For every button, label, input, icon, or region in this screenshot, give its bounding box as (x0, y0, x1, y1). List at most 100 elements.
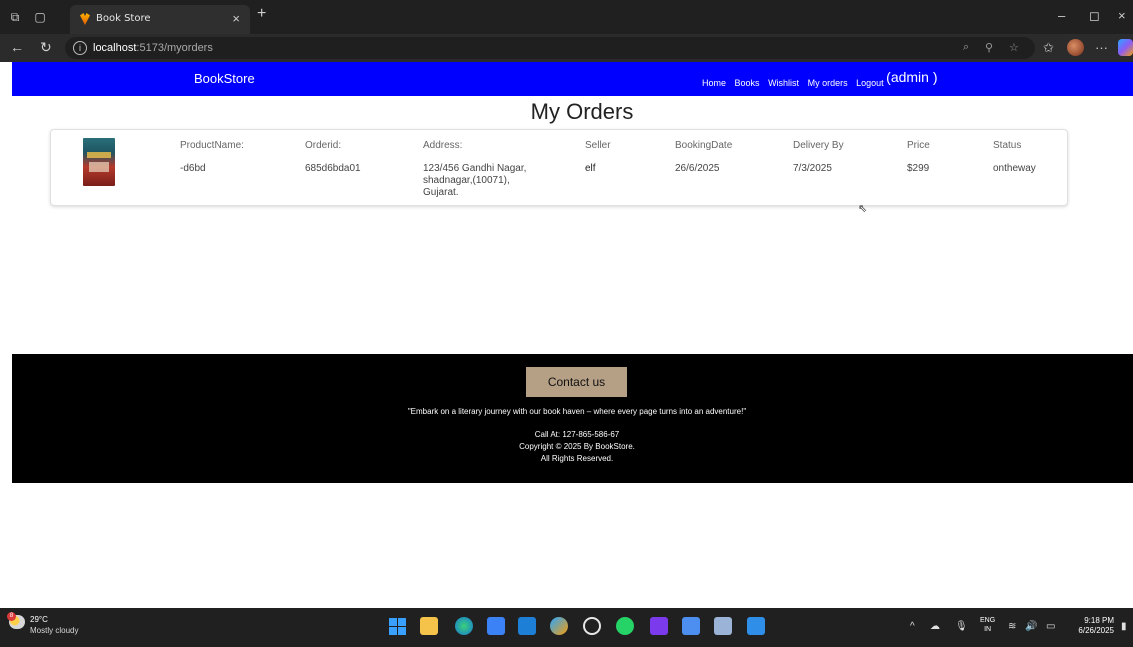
windows-taskbar: 8 29°C Mostly cloudy ^ ☁ 🎙 ENG IN ≋ 🔊 ▭ … (0, 608, 1133, 647)
order-card: ProductName: -d6bd Orderid: 685d6bda01 A… (50, 129, 1068, 206)
browser-tab[interactable]: Book Store × (70, 5, 250, 34)
windows-start-icon[interactable] (389, 618, 406, 635)
store-icon[interactable] (487, 617, 505, 635)
lang-region: IN (984, 626, 992, 633)
edge-icon[interactable] (455, 617, 473, 635)
minimize-button[interactable]: – (1058, 8, 1065, 23)
notification-icon[interactable]: ▮ (1121, 621, 1127, 632)
refresh-icon[interactable]: ↻ (40, 39, 52, 56)
favorite-star-icon[interactable]: ☆ (1009, 41, 1019, 54)
footer-quote: "Embark on a literary journey with our b… (407, 407, 747, 416)
page-title: My Orders (530, 99, 634, 124)
site-footer: Contact us "Embark on a literary journey… (12, 354, 1133, 483)
outlook-icon[interactable] (518, 617, 536, 635)
booking-value: 26/6/2025 (675, 163, 720, 174)
delivery-value: 7/3/2025 (793, 163, 832, 174)
profile-icon[interactable] (1067, 39, 1084, 56)
wifi-icon[interactable]: ≋ (1008, 621, 1016, 632)
order-booking-column: BookingDate 26/6/2025 (675, 140, 732, 175)
notepad-icon[interactable] (682, 617, 700, 635)
favorites-icon[interactable]: ✩ (1043, 40, 1054, 56)
status-header: Status (993, 140, 1022, 151)
nav-home[interactable]: Home (702, 78, 726, 88)
address-header: Address: (423, 140, 463, 151)
new-tab-button[interactable]: + (257, 5, 266, 23)
order-delivery-column: Delivery By 7/3/2025 (793, 140, 844, 175)
copilot-icon[interactable] (1118, 39, 1133, 56)
more-icon[interactable]: ··· (1095, 40, 1108, 55)
microphone-icon[interactable]: 🎙 (955, 621, 968, 632)
battery-icon[interactable]: ▭ (1046, 621, 1055, 632)
clock-time: 9:18 PM (1084, 616, 1114, 625)
price-header: Price (907, 140, 930, 151)
url-text[interactable]: localhost:5173/myorders (93, 42, 213, 54)
back-icon[interactable]: ← (10, 39, 24, 55)
order-seller-column: Seller elf (585, 140, 611, 175)
product-value: -d6bd (180, 163, 206, 174)
tab-title: Book Store (96, 13, 151, 24)
workspaces-icon[interactable]: ⧉ (8, 10, 22, 24)
orderid-header: Orderid: (305, 140, 342, 151)
order-status-column: Status ontheway (993, 140, 1036, 175)
chatgpt-icon[interactable] (583, 617, 601, 635)
footer-rights: All Rights Reserved. (540, 454, 614, 463)
read-aloud-icon[interactable]: ⌕ (963, 41, 969, 54)
language-indicator[interactable]: ENG IN (980, 616, 995, 634)
screen: ⧉ ▢ Book Store × + – ◻ × ← ↻ i localhost… (0, 0, 1133, 647)
nav-logout[interactable]: Logout (856, 78, 884, 88)
seller-header: Seller (585, 140, 611, 151)
nav-books[interactable]: Books (735, 78, 760, 88)
order-id-column: Orderid: 685d6bda01 (305, 140, 361, 175)
book-cover-image (83, 138, 115, 186)
file-explorer-icon[interactable] (420, 617, 438, 635)
vscode-icon[interactable] (747, 617, 765, 635)
nav-wishlist[interactable]: Wishlist (768, 78, 799, 88)
onedrive-icon[interactable]: ☁ (930, 621, 940, 632)
tray-expand-icon[interactable]: ^ (910, 621, 915, 632)
site-info-icon[interactable]: i (73, 41, 87, 55)
volume-icon[interactable]: 🔊 (1025, 621, 1037, 632)
copilot-taskbar-icon[interactable] (550, 617, 568, 635)
page-content: BookStore Home Books Wishlist My orders … (12, 62, 1133, 608)
tab-actions-icon[interactable]: ▢ (33, 10, 47, 24)
footer-copyright: Copyright © 2025 By BookStore. (519, 442, 635, 451)
url-host: localhost (93, 42, 137, 54)
product-header: ProductName: (180, 140, 244, 151)
orderid-value: 685d6bda01 (305, 163, 361, 174)
address-line-2: shadnagar,(10071), (423, 175, 510, 186)
brand-logo-text[interactable]: BookStore (194, 71, 255, 86)
lang-code: ENG (980, 617, 996, 624)
clock-date: 6/26/2025 (1078, 626, 1114, 635)
url-path: :5173/myorders (136, 42, 213, 54)
seller-value: elf (585, 163, 596, 174)
nav-username: (admin ) (886, 69, 938, 85)
address-bar[interactable]: i localhost:5173/myorders ⌕ ⚲ ☆ (65, 37, 1035, 59)
booking-header: BookingDate (675, 140, 733, 151)
browser-tab-strip: ⧉ ▢ Book Store × + – ◻ × (0, 0, 1133, 34)
contact-us-button[interactable]: Contact us (526, 367, 627, 397)
order-product-column: ProductName: -d6bd (180, 140, 244, 175)
close-window-button[interactable]: × (1118, 8, 1126, 23)
mouse-cursor-icon: ⇖ (858, 203, 868, 215)
whatsapp-icon[interactable] (616, 617, 634, 635)
maximize-button[interactable]: ◻ (1089, 8, 1100, 24)
footer-call: Call At: 127-865-586-67 (534, 430, 620, 439)
nav-my-orders[interactable]: My orders (808, 78, 848, 88)
clock[interactable]: 9:18 PM 6/26/2025 (1066, 616, 1114, 636)
app-icon-2[interactable] (714, 617, 732, 635)
status-value: ontheway (993, 163, 1036, 174)
tab-favicon-icon (80, 13, 90, 25)
order-price-column: Price $299 (907, 140, 930, 175)
zoom-icon[interactable]: ⚲ (985, 41, 993, 54)
browser-toolbar: ← ↻ i localhost:5173/myorders ⌕ ⚲ ☆ ✩ ··… (0, 34, 1133, 62)
tab-close-icon[interactable]: × (232, 11, 240, 26)
address-line-1: 123/456 Gandhi Nagar, (423, 163, 527, 174)
app-icon[interactable] (650, 617, 668, 635)
order-address-column: Address: 123/456 Gandhi Nagar, shadnagar… (423, 140, 526, 199)
weather-condition[interactable]: Mostly cloudy (30, 626, 78, 635)
site-navbar: BookStore Home Books Wishlist My orders … (12, 62, 1133, 96)
temperature[interactable]: 29°C (30, 615, 48, 624)
address-line-3: Gujarat. (423, 187, 459, 198)
weather-badge: 8 (7, 612, 16, 621)
delivery-header: Delivery By (793, 140, 844, 151)
